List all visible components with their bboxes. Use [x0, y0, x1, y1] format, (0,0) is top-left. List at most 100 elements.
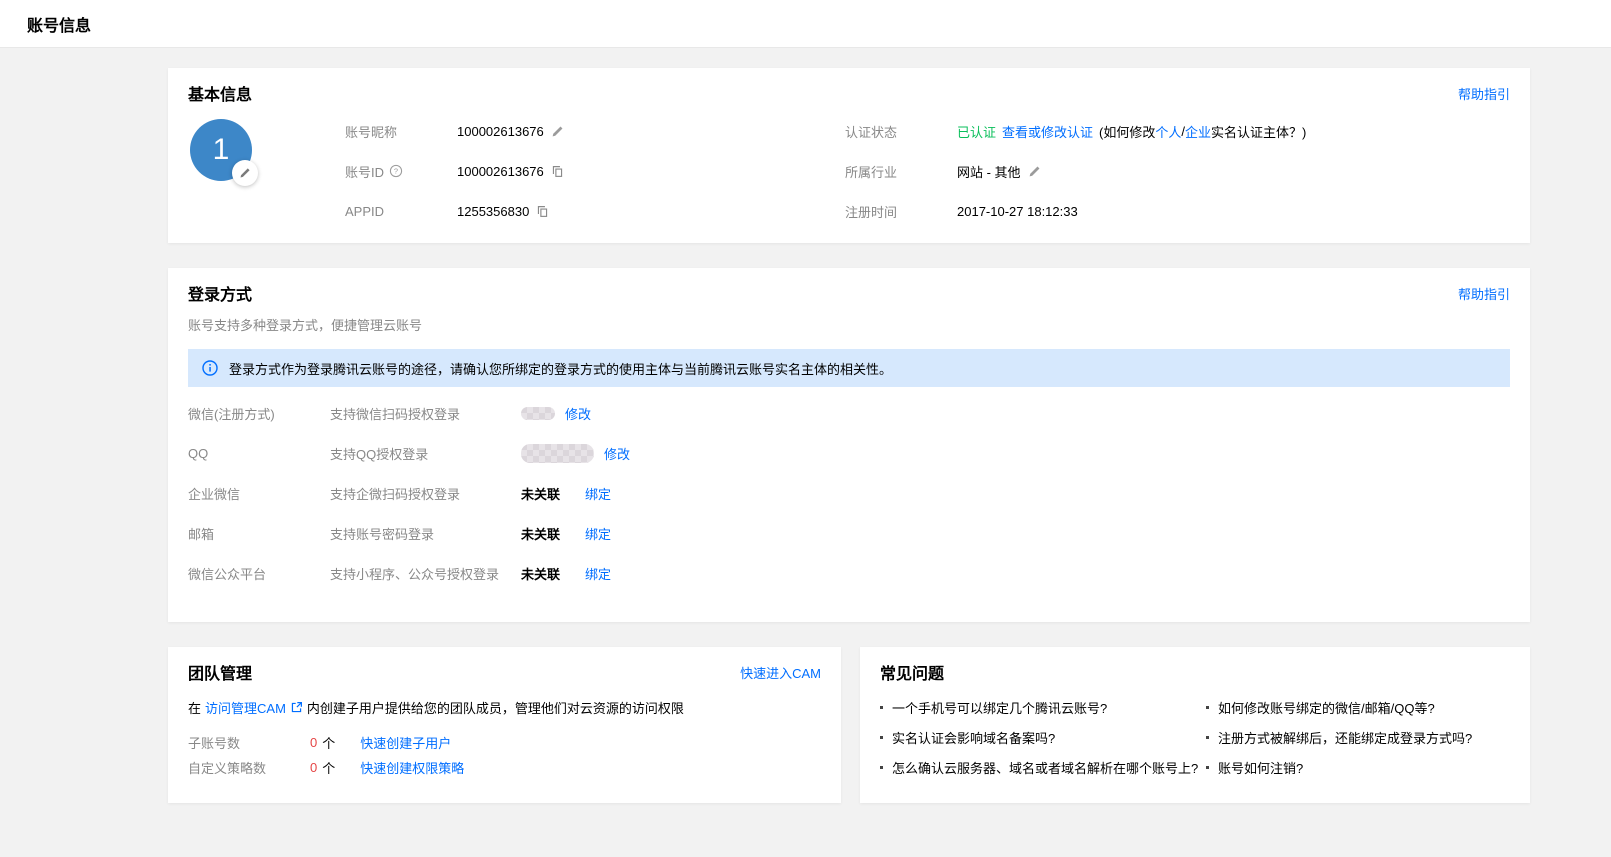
custom-policy-row: 自定义策略数 0 个 快速创建权限策略 [188, 755, 821, 780]
register-time-value: 2017-10-27 18:12:33 [957, 204, 1078, 219]
login-methods-list: 微信(注册方式) 支持微信扫码授权登录 修改 QQ 支持QQ授权登录 修改 企业… [188, 393, 1510, 593]
auth-personal-link[interactable]: 个人 [1155, 122, 1181, 141]
wechat-modify-link[interactable]: 修改 [565, 404, 591, 423]
edit-pencil-icon [239, 167, 251, 179]
masked-account-thumbnail [521, 444, 594, 463]
industry-edit-icon[interactable] [1028, 165, 1041, 178]
faq-question: 注册方式被解绑后，还能绑定成登录方式吗? [1218, 728, 1472, 747]
auth-note-prefix: (如何修改 [1099, 122, 1155, 141]
faq-card-head: 常见问题 [880, 662, 1510, 682]
auth-status-label: 认证状态 [845, 122, 957, 141]
faq-question: 实名认证会影响域名备案吗? [892, 728, 1055, 747]
nickname-value: 100002613676 [457, 124, 544, 139]
auth-enterprise-link[interactable]: 企业 [1185, 122, 1211, 141]
sub-account-row: 子账号数 0 个 快速创建子用户 [188, 730, 821, 755]
qq-modify-link[interactable]: 修改 [604, 444, 630, 463]
login-row-desc: 支持QQ授权登录 [330, 444, 521, 463]
cam-console-link[interactable]: 访问管理CAM [205, 698, 286, 717]
team-desc-prefix: 在 [188, 698, 201, 717]
login-info-alert-text: 登录方式作为登录腾讯云账号的途径，请确认您所绑定的登录方式的使用主体与当前腾讯云… [229, 359, 892, 378]
basic-info-help-link[interactable]: 帮助指引 [1458, 84, 1510, 103]
faq-list: 一个手机号可以绑定几个腾讯云账号? 实名认证会影响域名备案吗? 怎么确认云服务器… [880, 692, 1510, 782]
auth-status-badge: 已认证 [957, 122, 996, 141]
industry-value: 网站 - 其他 [957, 162, 1021, 181]
login-row-name: 微信(注册方式) [188, 404, 330, 423]
faq-item[interactable]: 账号如何注销? [1206, 752, 1510, 782]
login-row-desc: 支持微信扫码授权登录 [330, 404, 521, 423]
create-sub-user-link[interactable]: 快速创建子用户 [360, 733, 451, 752]
avatar-column: 1 [188, 111, 345, 231]
appid-row: APPID 1255356830 [345, 191, 845, 231]
login-row-name: QQ [188, 446, 330, 461]
sub-account-count: 0 [310, 735, 317, 750]
masked-account-thumbnail [521, 407, 555, 420]
copy-icon[interactable] [551, 165, 564, 178]
main-content: 基本信息 帮助指引 1 账号昵称 100002613676 [168, 68, 1530, 803]
wechat-official-bind-link[interactable]: 绑定 [585, 564, 611, 583]
email-bind-link[interactable]: 绑定 [585, 524, 611, 543]
team-description: 在 访问管理CAM 内创建子用户提供给您的团队成员，管理他们对云资源的访问权限 [188, 698, 821, 717]
account-id-label: 账号ID [345, 162, 384, 181]
faq-question: 如何修改账号绑定的微信/邮箱/QQ等? [1218, 698, 1435, 717]
bottom-cards-row: 团队管理 快速进入CAM 在 访问管理CAM 内创建子用户提供给您的团队成员，管… [168, 647, 1530, 803]
copy-icon[interactable] [536, 205, 549, 218]
custom-policy-label: 自定义策略数 [188, 758, 310, 777]
faq-card: 常见问题 一个手机号可以绑定几个腾讯云账号? 实名认证会影响域名备案吗? 怎么确… [860, 647, 1530, 803]
external-link-icon[interactable] [290, 701, 303, 714]
wecom-bind-link[interactable]: 绑定 [585, 484, 611, 503]
custom-policy-count: 0 [310, 760, 317, 775]
appid-label: APPID [345, 204, 457, 219]
faq-question: 怎么确认云服务器、域名或者域名解析在哪个账号上? [892, 758, 1198, 777]
industry-row: 所属行业 网站 - 其他 [845, 151, 1510, 191]
login-row-wecom: 企业微信 支持企微扫码授权登录 未关联 绑定 [188, 473, 1510, 513]
basic-info-body: 1 账号昵称 100002613676 [188, 111, 1510, 231]
account-id-value: 100002613676 [457, 164, 544, 179]
basic-info-left-fields: 账号昵称 100002613676 账号ID ? [345, 111, 845, 231]
enter-cam-link[interactable]: 快速进入CAM [740, 663, 821, 682]
login-row-desc: 支持账号密码登录 [330, 524, 521, 543]
login-row-status: 未关联 [521, 524, 560, 543]
basic-info-card-head: 基本信息 帮助指引 [188, 83, 1510, 103]
faq-item[interactable]: 如何修改账号绑定的微信/邮箱/QQ等? [1206, 692, 1510, 722]
login-row-wechat: 微信(注册方式) 支持微信扫码授权登录 修改 [188, 393, 1510, 433]
help-question-icon[interactable]: ? [389, 164, 403, 178]
bullet-icon [880, 706, 883, 709]
page-header: 账号信息 [0, 0, 1611, 48]
faq-item[interactable]: 怎么确认云服务器、域名或者域名解析在哪个账号上? [880, 752, 1206, 782]
login-row-status: 未关联 [521, 564, 560, 583]
page-title: 账号信息 [27, 12, 91, 36]
svg-text:?: ? [394, 167, 398, 176]
industry-label: 所属行业 [845, 162, 957, 181]
appid-value: 1255356830 [457, 204, 529, 219]
faq-item[interactable]: 一个手机号可以绑定几个腾讯云账号? [880, 692, 1206, 722]
register-time-row: 注册时间 2017-10-27 18:12:33 [845, 191, 1510, 231]
auth-note-suffix: 实名认证主体？) [1211, 122, 1306, 141]
login-row-status: 未关联 [521, 484, 560, 503]
faq-item[interactable]: 注册方式被解绑后，还能绑定成登录方式吗? [1206, 722, 1510, 752]
login-row-email: 邮箱 支持账号密码登录 未关联 绑定 [188, 513, 1510, 553]
bullet-icon [1206, 766, 1209, 769]
team-stats: 子账号数 0 个 快速创建子用户 自定义策略数 0 个 快速创建权限策略 [188, 730, 821, 780]
login-methods-help-link[interactable]: 帮助指引 [1458, 284, 1510, 303]
auth-modify-link[interactable]: 查看或修改认证 [1002, 122, 1093, 141]
faq-item[interactable]: 实名认证会影响域名备案吗? [880, 722, 1206, 752]
login-row-name: 企业微信 [188, 484, 330, 503]
login-methods-card-head: 登录方式 帮助指引 [188, 283, 1510, 303]
team-management-card: 团队管理 快速进入CAM 在 访问管理CAM 内创建子用户提供给您的团队成员，管… [168, 647, 841, 803]
basic-info-title: 基本信息 [188, 81, 252, 105]
bullet-icon [880, 736, 883, 739]
login-row-desc: 支持企微扫码授权登录 [330, 484, 521, 503]
account-id-row: 账号ID ? 100002613676 [345, 151, 845, 191]
avatar-edit-button[interactable] [232, 160, 258, 186]
bullet-icon [1206, 736, 1209, 739]
sub-account-label: 子账号数 [188, 733, 310, 752]
bullet-icon [880, 766, 883, 769]
faq-right-column: 如何修改账号绑定的微信/邮箱/QQ等? 注册方式被解绑后，还能绑定成登录方式吗?… [1206, 692, 1510, 782]
sub-account-unit: 个 [322, 733, 335, 752]
nickname-edit-icon[interactable] [551, 125, 564, 138]
login-methods-subtitle: 账号支持多种登录方式，便捷管理云账号 [188, 315, 1510, 334]
auth-status-row: 认证状态 已认证 查看或修改认证 (如何修改 个人 / 企业 实名认证主体？) [845, 111, 1510, 151]
create-policy-link[interactable]: 快速创建权限策略 [360, 758, 464, 777]
login-row-name: 微信公众平台 [188, 564, 330, 583]
login-methods-card: 登录方式 帮助指引 账号支持多种登录方式，便捷管理云账号 登录方式作为登录腾讯云… [168, 268, 1530, 622]
